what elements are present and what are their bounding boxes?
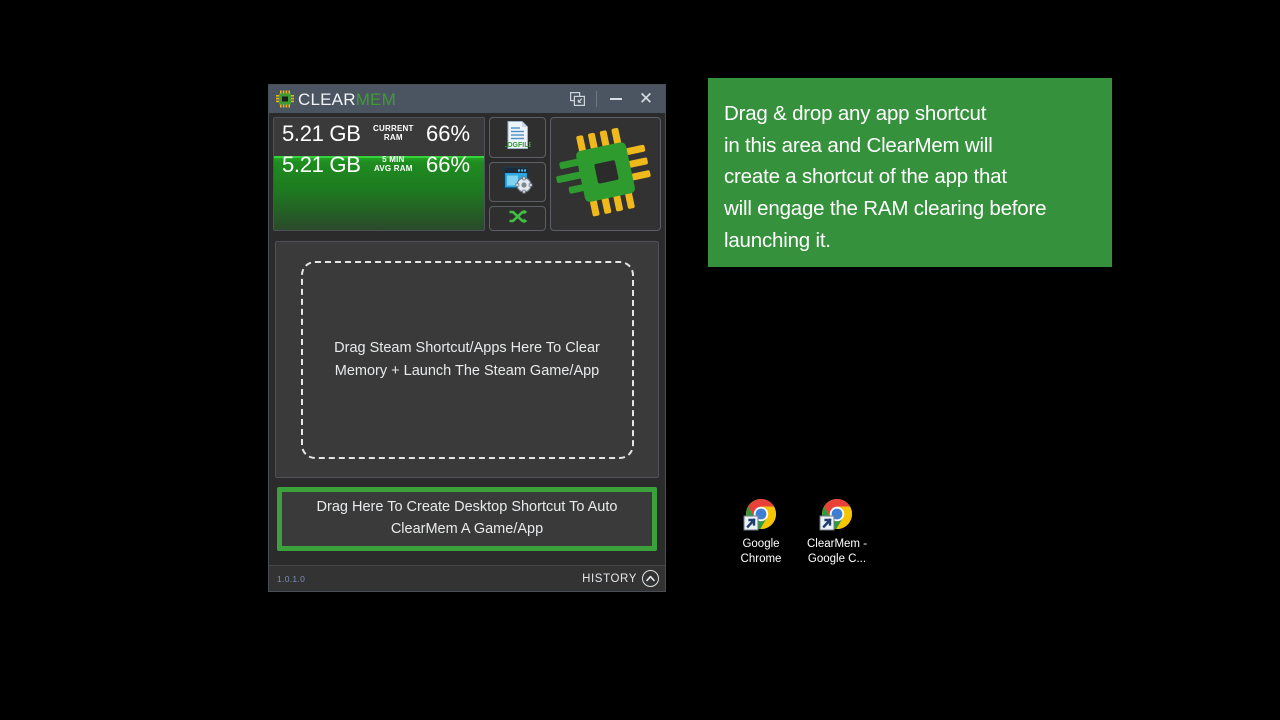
steam-dropzone-text: Drag Steam Shortcut/Apps Here To Clear M…	[334, 340, 600, 379]
chrome-shortcut-icon	[819, 496, 855, 532]
minimize-button[interactable]	[601, 86, 631, 112]
version-label: 1.0.1.0	[277, 573, 306, 584]
window-gear-icon	[503, 166, 533, 199]
desktop-icon-label: Google Chrome	[740, 538, 782, 565]
create-shortcut-text: Drag Here To Create Desktop Shortcut To …	[316, 499, 618, 537]
app-title-mem: MEM	[355, 89, 396, 109]
ram-usage-panel: 5.21 GB CURRENT RAM 66% 5.21 GB 5 MIN AV…	[273, 117, 485, 231]
action-button-column: LOGFILE	[489, 117, 546, 231]
close-icon: ✕	[638, 88, 654, 109]
minimize-to-tray-button[interactable]	[562, 86, 592, 112]
document-log-icon: LOGFILE	[502, 120, 533, 155]
control-separator	[596, 91, 597, 107]
chrome-shortcut-icon	[743, 496, 779, 532]
average-ram-percent: 66%	[426, 151, 471, 177]
info-tooltip: Drag & drop any app shortcut in this are…	[708, 78, 1112, 267]
steam-dropzone-dashed-border: Drag Steam Shortcut/Apps Here To Clear M…	[300, 260, 634, 459]
desktop-icon-google-chrome[interactable]: Google Chrome	[718, 496, 804, 566]
desktop-icon-clearmem-chrome[interactable]: ClearMem - Google C...	[794, 496, 880, 566]
history-toggle-group[interactable]: HISTORY	[582, 570, 659, 587]
chevron-up-icon	[646, 575, 655, 582]
stats-strip: 5.21 GB CURRENT RAM 66% 5.21 GB 5 MIN AV…	[269, 113, 665, 235]
window-controls: ✕	[562, 85, 661, 113]
current-ram-percent: 66%	[426, 120, 471, 146]
steam-dropzone[interactable]: Drag Steam Shortcut/Apps Here To Clear M…	[275, 241, 659, 478]
average-ram-label: 5 MIN AVG RAM	[374, 154, 413, 173]
minimize-icon	[610, 98, 622, 100]
cpu-chip-icon	[275, 90, 295, 108]
desktop-icon-label: ClearMem - Google C...	[806, 538, 868, 565]
history-label: HISTORY	[582, 572, 637, 585]
svg-text:LOGFILE: LOGFILE	[505, 142, 531, 149]
cpu-logo-panel	[550, 117, 661, 231]
current-ram-label: CURRENT RAM	[373, 123, 414, 142]
window-titlebar[interactable]: CLEAR MEM ✕	[269, 85, 665, 113]
history-expand-button[interactable]	[642, 570, 659, 587]
average-ram-row: 5.21 GB 5 MIN AVG RAM 66%	[274, 149, 484, 180]
average-ram-value: 5.21 GB	[282, 151, 361, 177]
log-button[interactable]: LOGFILE	[489, 117, 546, 158]
app-title: CLEAR MEM	[298, 91, 396, 108]
current-ram-value: 5.21 GB	[282, 120, 361, 146]
close-button[interactable]: ✕	[631, 86, 661, 112]
create-shortcut-inner: Drag Here To Create Desktop Shortcut To …	[282, 492, 652, 546]
shuffle-button[interactable]	[489, 206, 546, 231]
settings-button[interactable]	[489, 161, 546, 203]
status-bar: 1.0.1.0 HISTORY	[269, 565, 665, 591]
shuffle-icon	[508, 209, 528, 229]
cpu-chip-logo	[554, 122, 658, 227]
current-ram-row: 5.21 GB CURRENT RAM 66%	[274, 118, 484, 149]
clearmem-window: CLEAR MEM ✕ 5.21 GB CURRENT RAM 66% 5.21…	[268, 84, 666, 592]
info-tooltip-text: Drag & drop any app shortcut in this are…	[724, 102, 1047, 252]
create-shortcut-dropzone[interactable]: Drag Here To Create Desktop Shortcut To …	[277, 487, 657, 551]
app-title-clear: CLEAR	[298, 89, 356, 109]
